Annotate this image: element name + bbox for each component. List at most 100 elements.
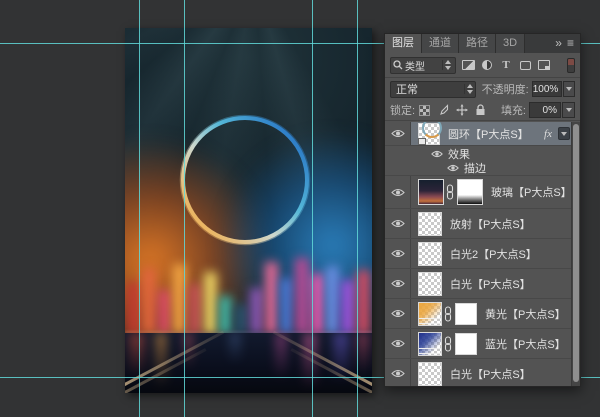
eye-icon <box>391 279 405 288</box>
visibility-toggle[interactable] <box>447 164 459 172</box>
visibility-toggle[interactable] <box>385 209 411 238</box>
layer-name[interactable]: 放射【P大点S】 <box>450 216 531 232</box>
scrollbar-thumb[interactable] <box>573 124 579 382</box>
eye-icon <box>447 164 459 172</box>
layer-row-whitelight2[interactable]: 白光2【P大点S】 <box>385 239 573 269</box>
stroke-effect-row[interactable]: 描边 <box>385 161 573 176</box>
mask-link-icon[interactable] <box>444 336 452 352</box>
eye-icon <box>391 219 405 228</box>
filter-kind-dropdown[interactable]: 类型 <box>390 57 456 74</box>
layer-thumbnail[interactable] <box>418 179 444 205</box>
layer-name[interactable]: 白光【P大点S】 <box>450 276 531 292</box>
blend-mode-dropdown[interactable]: 正常 <box>390 81 476 98</box>
vertical-guide-1[interactable] <box>139 0 140 417</box>
layer-row-glass[interactable]: 玻璃【P大点S】 <box>385 176 573 209</box>
layer-list: 圆环【P大点S】 fx 效果 描边 <box>385 122 580 386</box>
tab-channels[interactable]: 通道 <box>422 34 459 53</box>
visibility-toggle[interactable] <box>385 269 411 298</box>
tab-layers[interactable]: 图层 <box>385 34 422 53</box>
layer-thumbnail[interactable] <box>418 242 442 266</box>
layer-row-bluelight[interactable]: 蓝光【P大点S】 <box>385 329 573 359</box>
layer-thumbnail[interactable] <box>418 123 440 145</box>
layers-panel: 图层 通道 路径 3D » ≡ 类型 T <box>384 33 581 387</box>
dropdown-spinner-icon <box>464 84 475 94</box>
filter-pixel-layers-icon[interactable] <box>461 59 475 71</box>
eye-icon <box>391 129 405 138</box>
eye-icon <box>391 188 405 197</box>
opacity-dropdown-button[interactable] <box>563 81 575 97</box>
layer-mask-thumbnail[interactable] <box>457 179 483 205</box>
fx-badge: fx <box>544 128 552 140</box>
eye-icon <box>391 339 405 348</box>
layer-badge <box>418 138 426 145</box>
vertical-guide-4[interactable] <box>357 0 358 417</box>
layer-name[interactable]: 圆环【P大点S】 <box>448 126 529 142</box>
layer-mask-thumbnail[interactable] <box>455 333 477 355</box>
vertical-guide-2[interactable] <box>184 0 185 417</box>
visibility-toggle[interactable] <box>385 239 411 268</box>
visibility-toggle[interactable] <box>385 176 411 208</box>
filter-adjustment-layers-icon[interactable] <box>480 59 494 71</box>
blend-mode-value: 正常 <box>396 81 464 97</box>
lock-transparency-icon[interactable] <box>419 105 430 116</box>
opacity-label: 不透明度: <box>482 81 529 97</box>
mask-link-icon[interactable] <box>446 184 454 200</box>
fill-value-field[interactable]: 0% <box>529 102 561 118</box>
layer-row-whitelight-upper[interactable]: 白光【P大点S】 <box>385 269 573 299</box>
mask-link-icon[interactable] <box>444 306 452 322</box>
blend-mode-row: 正常 不透明度: 100% <box>385 78 580 100</box>
layer-mask-thumbnail[interactable] <box>455 303 477 325</box>
layer-name[interactable]: 黄光【P大点S】 <box>485 306 566 322</box>
layer-thumbnail[interactable] <box>418 272 442 296</box>
layer-row-ring[interactable]: 圆环【P大点S】 fx <box>385 122 573 146</box>
tab-3d[interactable]: 3D <box>496 34 525 53</box>
visibility-toggle[interactable] <box>385 359 411 386</box>
effects-row[interactable]: 效果 <box>385 146 573 161</box>
layer-thumbnail[interactable] <box>418 212 442 236</box>
panel-tab-bar: 图层 通道 路径 3D » ≡ <box>385 34 580 53</box>
layer-name[interactable]: 白光2【P大点S】 <box>450 246 537 262</box>
lock-all-icon[interactable] <box>475 104 486 116</box>
filter-kind-label: 类型 <box>405 58 442 73</box>
eye-icon <box>391 309 405 318</box>
collapse-panel-icon[interactable]: » <box>551 34 565 53</box>
vertical-guide-3[interactable] <box>312 0 313 417</box>
panel-menu-icon[interactable]: ≡ <box>565 34 580 53</box>
layer-row-yellowlight[interactable]: 黄光【P大点S】 <box>385 299 573 329</box>
dropdown-spinner-icon <box>442 60 453 70</box>
search-icon <box>393 60 403 70</box>
collapse-effects-icon[interactable] <box>558 127 570 140</box>
fill-dropdown-button[interactable] <box>562 102 575 118</box>
document-canvas[interactable] <box>125 28 372 393</box>
filter-shape-layers-icon[interactable] <box>518 59 532 71</box>
eye-icon <box>391 249 405 258</box>
visibility-toggle[interactable] <box>431 150 443 158</box>
layer-thumbnail[interactable] <box>418 332 442 356</box>
layer-list-scrollbar[interactable] <box>571 122 580 386</box>
opacity-value-field[interactable]: 100% <box>532 81 563 97</box>
stroke-effect-label[interactable]: 描边 <box>464 160 486 176</box>
tab-paths[interactable]: 路径 <box>459 34 496 53</box>
visibility-toggle[interactable] <box>385 299 411 328</box>
filter-on-off-toggle[interactable] <box>567 58 575 73</box>
eye-icon <box>391 369 405 378</box>
lock-paint-icon[interactable] <box>437 104 449 116</box>
visibility-toggle[interactable] <box>385 329 411 358</box>
lock-label: 锁定: <box>390 102 415 118</box>
layer-row-radial[interactable]: 放射【P大点S】 <box>385 209 573 239</box>
filter-type-layers-icon[interactable]: T <box>499 59 513 71</box>
layer-thumbnail[interactable] <box>418 302 442 326</box>
visibility-toggle[interactable] <box>385 122 411 145</box>
city-skyline <box>125 250 372 334</box>
photoshop-workspace: 图层 通道 路径 3D » ≡ 类型 T <box>0 0 600 417</box>
lock-row: 锁定: 填充: 0% <box>385 100 580 121</box>
layer-name[interactable]: 白光【P大点S】 <box>450 366 531 382</box>
eye-icon <box>431 150 443 158</box>
layer-filter-row: 类型 T <box>385 53 580 78</box>
layer-name[interactable]: 蓝光【P大点S】 <box>485 336 566 352</box>
layer-name[interactable]: 玻璃【P大点S】 <box>491 184 572 200</box>
filter-smart-objects-icon[interactable] <box>537 59 551 71</box>
lock-position-icon[interactable] <box>456 104 468 116</box>
layer-thumbnail[interactable] <box>418 362 442 386</box>
layer-row-whitelight-bottom[interactable]: 白光【P大点S】 <box>385 359 573 386</box>
